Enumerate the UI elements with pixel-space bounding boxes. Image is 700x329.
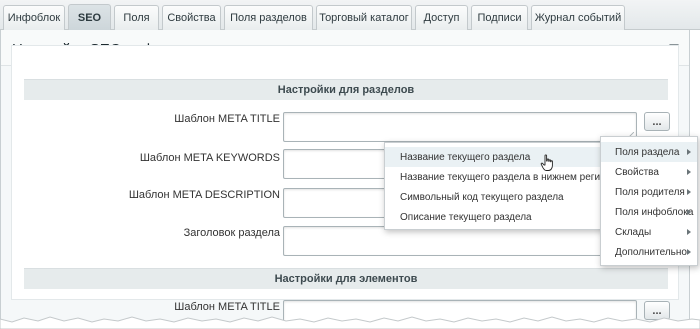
- submenu-item-section-name-lower[interactable]: Название текущего раздела в нижнем регис…: [385, 167, 621, 187]
- tab-fields[interactable]: Поля: [114, 5, 159, 30]
- section-head-elements: Настройки для элементов: [24, 268, 668, 289]
- hand-pointer-icon: [540, 154, 553, 171]
- chevron-right-icon: [687, 169, 691, 175]
- menu-item-section-fields[interactable]: Поля раздела: [601, 142, 697, 162]
- tab-label: Свойства: [167, 12, 216, 24]
- tab-label: Поля: [123, 12, 150, 24]
- tab-label: Поля разделов: [230, 12, 307, 24]
- chevron-right-icon: [687, 229, 691, 235]
- tab-captions[interactable]: Подписи: [471, 5, 528, 30]
- meta-description-label: Шаблон META DESCRIPTION: [128, 189, 280, 201]
- tab-label: SEO: [77, 11, 102, 24]
- meta-title-insert-button[interactable]: ...: [644, 112, 670, 131]
- section-fields-submenu: Название текущего раздела Название текущ…: [384, 142, 621, 230]
- section-heading-label: Заголовок раздела: [183, 227, 280, 239]
- meta-keywords-label: Шаблон META KEYWORDS: [139, 152, 280, 164]
- tab-label: Подписи: [477, 12, 522, 24]
- meta-title-label: Шаблон META TITLE: [174, 113, 280, 125]
- menu-item-properties[interactable]: Свойства: [601, 162, 697, 182]
- menu-item-label: Дополнительно: [615, 246, 687, 258]
- submenu-item-section-description[interactable]: Описание текущего раздела: [385, 207, 602, 227]
- meta-title-input[interactable]: [283, 112, 637, 142]
- submenu-item-label: Название текущего раздела в нижнем регис…: [400, 171, 621, 183]
- section-heading-input[interactable]: [283, 226, 637, 256]
- tab-event-log[interactable]: Журнал событий: [531, 5, 625, 30]
- tab-label: Торговый каталог: [319, 12, 409, 24]
- submenu-item-label: Название текущего раздела: [400, 151, 531, 163]
- menu-item-additional[interactable]: Дополнительно: [601, 242, 697, 262]
- insert-template-menu: Поля раздела Свойства Поля родителя Поля…: [600, 136, 698, 266]
- menu-item-label: Свойства: [615, 166, 659, 178]
- submenu-item-section-name[interactable]: Название текущего раздела: [385, 147, 602, 167]
- chevron-right-icon: [687, 249, 691, 255]
- tab-properties[interactable]: Свойства: [162, 5, 221, 30]
- chevron-right-icon: [687, 189, 691, 195]
- tab-trade-catalog[interactable]: Торговый каталог: [316, 5, 412, 30]
- tab-label: Инфоблок: [7, 12, 61, 24]
- tab-access[interactable]: Доступ: [415, 5, 468, 30]
- tab-seo[interactable]: SEO: [68, 4, 111, 30]
- menu-item-infoblock-fields[interactable]: Поля инфоблока: [601, 202, 697, 222]
- section-head-sections: Настройки для разделов: [24, 79, 668, 100]
- torn-edge: [0, 316, 700, 329]
- tab-infoblock[interactable]: Инфоблок: [3, 5, 65, 30]
- tab-bar: Инфоблок SEO Поля Свойства Поля разделов…: [0, 0, 700, 30]
- submenu-item-section-code[interactable]: Символьный код текущего раздела: [385, 187, 602, 207]
- tab-section-fields[interactable]: Поля разделов: [224, 5, 313, 30]
- menu-item-label: Поля раздела: [615, 146, 680, 158]
- chevron-right-icon: [687, 209, 691, 215]
- submenu-item-label: Описание текущего раздела: [400, 211, 532, 223]
- menu-item-warehouses[interactable]: Склады: [601, 222, 697, 242]
- submenu-item-label: Символьный код текущего раздела: [400, 191, 564, 203]
- tab-label: Журнал событий: [534, 12, 622, 24]
- tab-label: Доступ: [423, 12, 460, 24]
- menu-item-parent-fields[interactable]: Поля родителя: [601, 182, 697, 202]
- chevron-right-icon: [687, 149, 691, 155]
- menu-item-label: Поля инфоблока: [615, 206, 694, 218]
- menu-item-label: Поля родителя: [615, 186, 685, 198]
- menu-item-label: Склады: [615, 226, 652, 238]
